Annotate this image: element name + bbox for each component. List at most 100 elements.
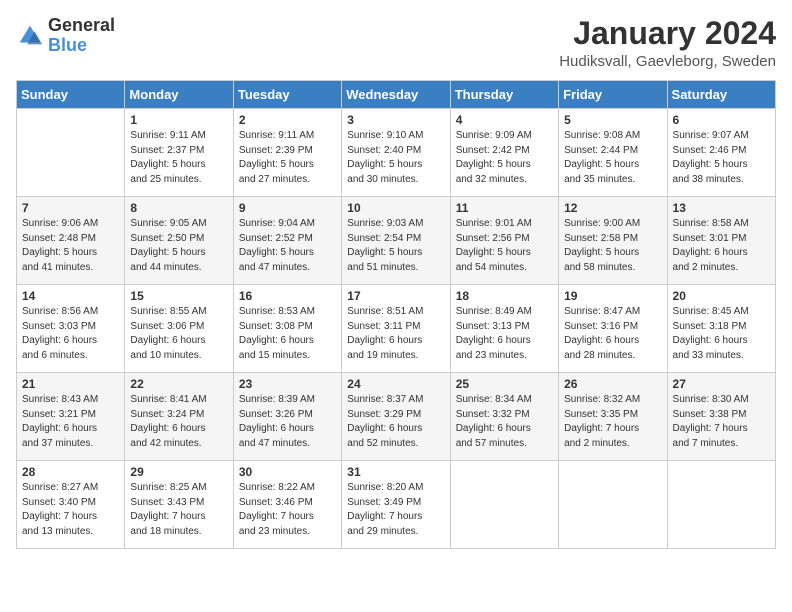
calendar-cell: 11 Sunrise: 9:01 AMSunset: 2:56 PMDayligh… <box>450 197 558 285</box>
calendar-week-row: 1 Sunrise: 9:11 AMSunset: 2:37 PMDaylight… <box>17 109 776 197</box>
day-number: 28 <box>22 465 119 479</box>
day-number: 23 <box>239 377 336 391</box>
title-block: January 2024 Hudiksvall, Gaevleborg, Swe… <box>559 16 776 70</box>
calendar-cell: 23Sunrise: 8:39 AMSunset: 3:26 PMDayligh… <box>233 373 341 461</box>
calendar-cell <box>559 461 667 549</box>
calendar-cell: 12 Sunrise: 9:00 AMSunset: 2:58 PMDayligh… <box>559 197 667 285</box>
day-number: 19 <box>564 289 661 303</box>
day-number: 6 <box>673 113 770 127</box>
day-number: 30 <box>239 465 336 479</box>
day-info: Sunrise: 9:11 AMSunset: 2:39 PMDaylight:… <box>239 129 336 187</box>
day-info: Sunrise: 9:07 AMSunset: 2:46 PMDaylight:… <box>673 129 770 187</box>
logo-blue: Blue <box>48 35 87 55</box>
day-info: Sunrise: 9:01 AMSunset: 2:56 PMDaylight:… <box>456 217 553 275</box>
calendar-cell: 9 Sunrise: 9:04 AMSunset: 2:52 PMDaylight… <box>233 197 341 285</box>
day-number: 2 <box>239 113 336 127</box>
calendar-cell: 13Sunrise: 8:58 AMSunset: 3:01 PMDayligh… <box>667 197 775 285</box>
calendar-cell: 31 Sunrise: 8:20 AMSunset: 3:49 PMDayligh… <box>342 461 450 549</box>
day-number: 12 <box>564 201 661 215</box>
calendar-cell: 26 Sunrise: 8:32 AMSunset: 3:35 PMDayligh… <box>559 373 667 461</box>
day-info: Sunrise: 8:30 AMSunset: 3:38 PMDaylight:… <box>673 393 770 451</box>
calendar-cell: 5 Sunrise: 9:08 AMSunset: 2:44 PMDaylight… <box>559 109 667 197</box>
day-number: 24 <box>347 377 444 391</box>
weekday-header: Tuesday <box>233 81 341 109</box>
day-info: Sunrise: 8:47 AMSunset: 3:16 PMDaylight:… <box>564 305 661 363</box>
calendar-header-row: SundayMondayTuesdayWednesdayThursdayFrid… <box>17 81 776 109</box>
calendar-week-row: 28 Sunrise: 8:27 AMSunset: 3:40 PMDayligh… <box>17 461 776 549</box>
calendar-cell: 14 Sunrise: 8:56 AMSunset: 3:03 PMDayligh… <box>17 285 125 373</box>
month-title: January 2024 <box>559 16 776 51</box>
day-number: 11 <box>456 201 553 215</box>
calendar-cell: 4 Sunrise: 9:09 AMSunset: 2:42 PMDaylight… <box>450 109 558 197</box>
calendar-cell: 25 Sunrise: 8:34 AMSunset: 3:32 PMDayligh… <box>450 373 558 461</box>
calendar-cell: 28 Sunrise: 8:27 AMSunset: 3:40 PMDayligh… <box>17 461 125 549</box>
day-number: 10 <box>347 201 444 215</box>
day-info: Sunrise: 9:03 AMSunset: 2:54 PMDaylight:… <box>347 217 444 275</box>
weekday-header: Sunday <box>17 81 125 109</box>
day-number: 31 <box>347 465 444 479</box>
weekday-header: Wednesday <box>342 81 450 109</box>
day-info: Sunrise: 9:09 AMSunset: 2:42 PMDaylight:… <box>456 129 553 187</box>
day-info: Sunrise: 8:22 AMSunset: 3:46 PMDaylight:… <box>239 481 336 539</box>
calendar-cell: 27 Sunrise: 8:30 AMSunset: 3:38 PMDayligh… <box>667 373 775 461</box>
calendar-week-row: 21 Sunrise: 8:43 AMSunset: 3:21 PMDayligh… <box>17 373 776 461</box>
calendar-cell: 15 Sunrise: 8:55 AMSunset: 3:06 PMDayligh… <box>125 285 233 373</box>
day-info: Sunrise: 8:20 AMSunset: 3:49 PMDaylight:… <box>347 481 444 539</box>
calendar-cell: 7 Sunrise: 9:06 AMSunset: 2:48 PMDaylight… <box>17 197 125 285</box>
calendar-cell: 19 Sunrise: 8:47 AMSunset: 3:16 PMDayligh… <box>559 285 667 373</box>
calendar-cell: 3 Sunrise: 9:10 AMSunset: 2:40 PMDaylight… <box>342 109 450 197</box>
day-info: Sunrise: 9:08 AMSunset: 2:44 PMDaylight:… <box>564 129 661 187</box>
calendar-cell: 20Sunrise: 8:45 AMSunset: 3:18 PMDayligh… <box>667 285 775 373</box>
day-info: Sunrise: 8:45 AMSunset: 3:18 PMDaylight:… <box>673 305 770 363</box>
logo: General Blue <box>16 16 115 56</box>
calendar-cell: 21 Sunrise: 8:43 AMSunset: 3:21 PMDayligh… <box>17 373 125 461</box>
calendar-cell <box>17 109 125 197</box>
day-number: 26 <box>564 377 661 391</box>
weekday-header: Monday <box>125 81 233 109</box>
calendar-cell: 8Sunrise: 9:05 AMSunset: 2:50 PMDaylight… <box>125 197 233 285</box>
location-title: Hudiksvall, Gaevleborg, Sweden <box>559 53 776 70</box>
day-number: 4 <box>456 113 553 127</box>
day-info: Sunrise: 8:32 AMSunset: 3:35 PMDaylight:… <box>564 393 661 451</box>
day-number: 5 <box>564 113 661 127</box>
day-number: 17 <box>347 289 444 303</box>
day-info: Sunrise: 9:04 AMSunset: 2:52 PMDaylight:… <box>239 217 336 275</box>
day-number: 7 <box>22 201 119 215</box>
day-info: Sunrise: 8:34 AMSunset: 3:32 PMDaylight:… <box>456 393 553 451</box>
calendar-cell: 2 Sunrise: 9:11 AMSunset: 2:39 PMDaylight… <box>233 109 341 197</box>
day-number: 22 <box>130 377 227 391</box>
weekday-header: Saturday <box>667 81 775 109</box>
day-number: 8 <box>130 201 227 215</box>
calendar-cell: 22 Sunrise: 8:41 AMSunset: 3:24 PMDayligh… <box>125 373 233 461</box>
day-info: Sunrise: 9:06 AMSunset: 2:48 PMDaylight:… <box>22 217 119 275</box>
day-number: 18 <box>456 289 553 303</box>
day-number: 3 <box>347 113 444 127</box>
day-number: 27 <box>673 377 770 391</box>
day-number: 25 <box>456 377 553 391</box>
day-info: Sunrise: 9:11 AMSunset: 2:37 PMDaylight:… <box>130 129 227 187</box>
calendar-cell: 29Sunrise: 8:25 AMSunset: 3:43 PMDayligh… <box>125 461 233 549</box>
day-info: Sunrise: 8:27 AMSunset: 3:40 PMDaylight:… <box>22 481 119 539</box>
calendar-cell: 30 Sunrise: 8:22 AMSunset: 3:46 PMDayligh… <box>233 461 341 549</box>
weekday-header: Thursday <box>450 81 558 109</box>
day-number: 21 <box>22 377 119 391</box>
day-info: Sunrise: 8:41 AMSunset: 3:24 PMDaylight:… <box>130 393 227 451</box>
calendar-cell <box>667 461 775 549</box>
day-info: Sunrise: 8:58 AMSunset: 3:01 PMDaylight:… <box>673 217 770 275</box>
calendar-cell <box>450 461 558 549</box>
day-number: 14 <box>22 289 119 303</box>
day-info: Sunrise: 8:56 AMSunset: 3:03 PMDaylight:… <box>22 305 119 363</box>
day-number: 15 <box>130 289 227 303</box>
day-info: Sunrise: 8:55 AMSunset: 3:06 PMDaylight:… <box>130 305 227 363</box>
day-info: Sunrise: 8:37 AMSunset: 3:29 PMDaylight:… <box>347 393 444 451</box>
calendar-table: SundayMondayTuesdayWednesdayThursdayFrid… <box>16 80 776 549</box>
calendar-cell: 10 Sunrise: 9:03 AMSunset: 2:54 PMDayligh… <box>342 197 450 285</box>
day-number: 9 <box>239 201 336 215</box>
calendar-cell: 6 Sunrise: 9:07 AMSunset: 2:46 PMDaylight… <box>667 109 775 197</box>
day-info: Sunrise: 8:53 AMSunset: 3:08 PMDaylight:… <box>239 305 336 363</box>
day-info: Sunrise: 8:43 AMSunset: 3:21 PMDaylight:… <box>22 393 119 451</box>
day-number: 1 <box>130 113 227 127</box>
day-info: Sunrise: 9:00 AMSunset: 2:58 PMDaylight:… <box>564 217 661 275</box>
calendar-cell: 24 Sunrise: 8:37 AMSunset: 3:29 PMDayligh… <box>342 373 450 461</box>
day-info: Sunrise: 9:10 AMSunset: 2:40 PMDaylight:… <box>347 129 444 187</box>
